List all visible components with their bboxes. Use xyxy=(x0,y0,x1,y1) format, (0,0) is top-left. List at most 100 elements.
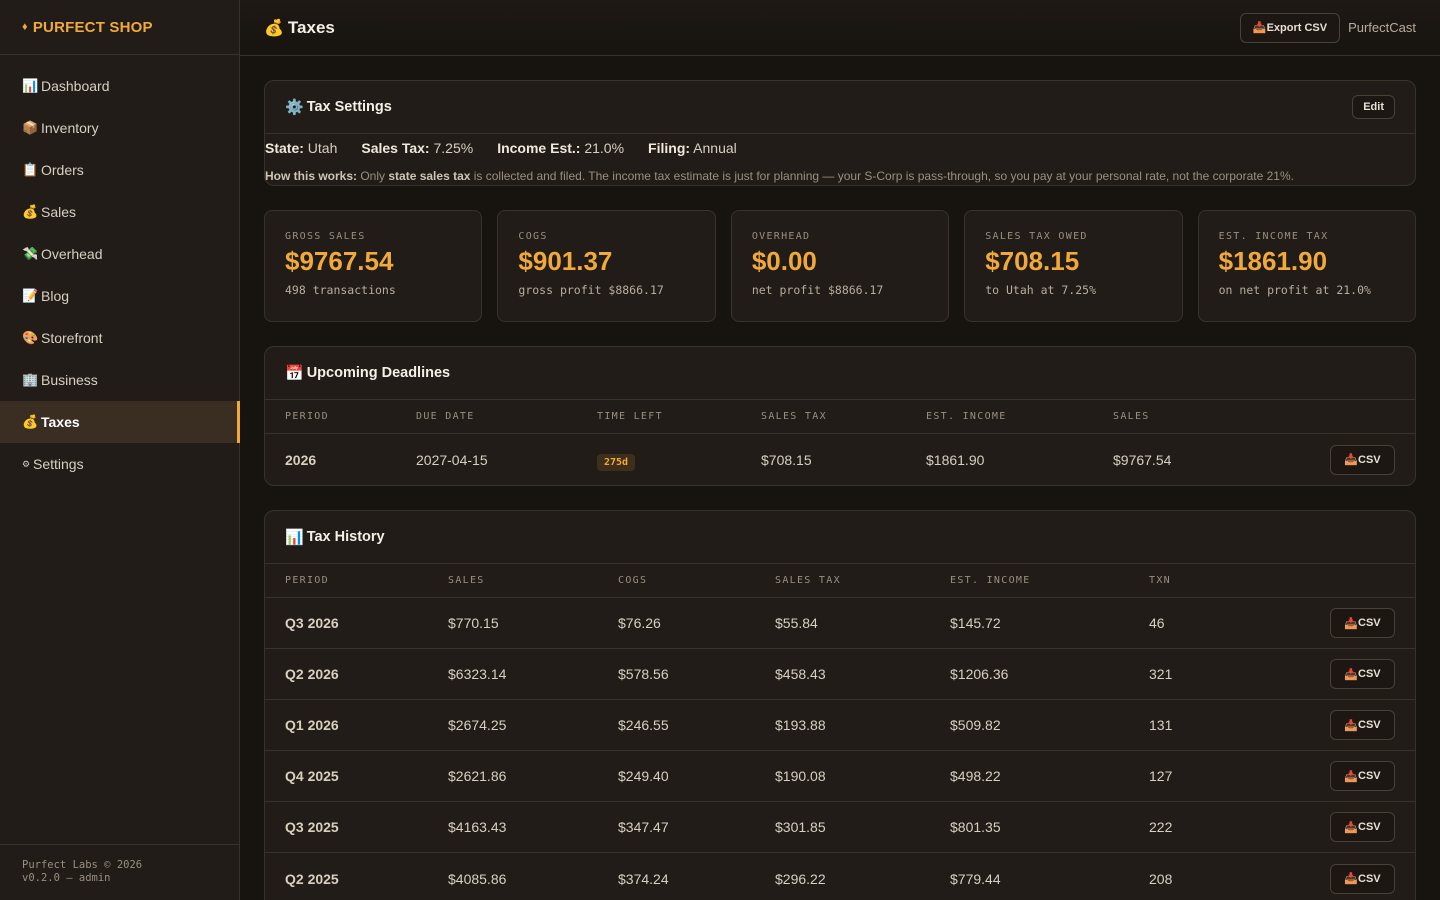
inbox-tray-icon: 📥 xyxy=(1344,454,1359,466)
column-header: TIME LEFT xyxy=(597,411,663,422)
column-header: PERIOD xyxy=(285,411,329,422)
note-emphasis: state sales tax xyxy=(388,169,471,183)
est-income-cell: $779.44 xyxy=(950,870,1001,887)
time-left-cell: 275d xyxy=(597,452,761,471)
cogs-cell: $246.55 xyxy=(618,717,669,733)
sales-tax-cell: $708.15 xyxy=(761,451,812,468)
settings-note: How this works: Only state sales tax is … xyxy=(265,169,1415,183)
money-wings-icon: 💸 xyxy=(22,246,39,261)
export-csv-button[interactable]: 📥 Export CSV xyxy=(1239,12,1341,43)
deadlines-title-text: Upcoming Deadlines xyxy=(306,365,451,381)
stat-sub: 498 transactions xyxy=(285,283,396,297)
csv-download-button[interactable]: 📥 CSV xyxy=(1330,863,1395,894)
inbox-tray-icon: 📥 xyxy=(1344,668,1359,681)
csv-label: CSV xyxy=(1358,872,1381,885)
csv-download-button[interactable]: 📥 CSV xyxy=(1330,608,1395,638)
sidebar-item-blog[interactable]: 📝 Blog xyxy=(0,275,239,317)
sidebar-item-business[interactable]: 🏢 Business xyxy=(0,359,239,401)
sidebar-item-settings[interactable]: ⚙ Settings xyxy=(0,443,239,485)
cogs-cell: $347.47 xyxy=(618,819,669,835)
txn-cell: 208 xyxy=(1149,870,1173,887)
csv-download-button[interactable]: 📥 CSV xyxy=(1330,812,1395,842)
due-date-cell: 2027-04-15 xyxy=(416,451,488,468)
table-row: Q1 2026 $2674.25 $246.55 $193.88 $509.82… xyxy=(265,700,1415,751)
txn-cell: 127 xyxy=(1149,768,1173,784)
note-part-a: Only xyxy=(357,169,389,183)
column-header: COGS xyxy=(618,575,648,586)
csv-download-button[interactable]: 📥 CSV xyxy=(1330,710,1395,740)
sales-tax-cell: $458.43 xyxy=(775,666,826,682)
stat-sub: to Utah at 7.25% xyxy=(985,283,1096,297)
sales-tax-cell: $55.84 xyxy=(775,615,818,631)
csv-download-button[interactable]: 📥 CSV xyxy=(1330,659,1395,689)
state-value: Utah xyxy=(307,140,338,156)
money-bag-icon: 💰 xyxy=(22,204,39,219)
column-header: SALES TAX xyxy=(761,411,827,422)
sidebar: ♦ PURFECT SHOP 📊 Dashboard 📦 Inventory 📋 Or… xyxy=(0,0,240,900)
diamond-icon: ♦ xyxy=(22,21,28,33)
sidebar-item-inventory[interactable]: 📦 Inventory xyxy=(0,107,239,149)
sidebar-item-storefront[interactable]: 🎨 Storefront xyxy=(0,317,239,359)
sales-cell: $4085.86 xyxy=(448,870,507,887)
sidebar-item-overhead[interactable]: 💸 Overhead xyxy=(0,233,239,275)
stat-overhead: OVERHEAD $0.00 net profit $8866.17 xyxy=(730,210,950,322)
income-label: Income Est.: xyxy=(497,140,581,156)
csv-download-button[interactable]: 📥 CSV xyxy=(1330,444,1395,475)
period-cell: Q1 2026 xyxy=(285,717,339,733)
calendar-icon: 📅 xyxy=(285,365,304,382)
chart-icon: 📊 xyxy=(285,529,304,546)
txn-cell: 46 xyxy=(1149,615,1165,631)
sales-cell: $6323.14 xyxy=(448,666,507,682)
tax-history-title: 📊 Tax History xyxy=(285,528,385,546)
stat-sales-tax-owed: SALES TAX OWED $708.15 to Utah at 7.25% xyxy=(964,210,1183,322)
edit-settings-button[interactable]: Edit xyxy=(1352,95,1395,119)
txn-cell: 131 xyxy=(1149,717,1173,733)
clipboard-icon: 📋 xyxy=(22,162,39,177)
filing-setting: Filing: Annual xyxy=(648,140,737,156)
table-row: Q2 2026 $6323.14 $578.56 $458.43 $1206.3… xyxy=(265,649,1415,700)
table-row: Q4 2025 $2621.86 $249.40 $190.08 $498.22… xyxy=(265,751,1415,802)
brand-logo[interactable]: ♦ PURFECT SHOP xyxy=(0,0,239,55)
sales-cell: $2674.25 xyxy=(448,717,507,733)
table-row: Q2 2025 $4085.86 $374.24 $296.22 $779.44… xyxy=(265,853,1415,900)
office-building-icon: 🏢 xyxy=(22,372,39,387)
sidebar-item-orders[interactable]: 📋 Orders xyxy=(0,149,239,191)
cogs-cell: $76.26 xyxy=(618,615,661,631)
memo-icon: 📝 xyxy=(22,288,39,303)
sidebar-item-label: Inventory xyxy=(41,120,99,136)
column-header: DUE DATE xyxy=(416,411,475,422)
cogs-cell: $249.40 xyxy=(618,768,669,784)
table-row: Q3 2025 $4163.43 $347.47 $301.85 $801.35… xyxy=(265,802,1415,853)
sales-tax-label: Sales Tax: xyxy=(361,140,430,156)
gear-icon: ⚙ xyxy=(22,458,31,469)
stat-cards: GROSS SALES $9767.54 498 transactions CO… xyxy=(264,210,1417,322)
csv-label: CSV xyxy=(1358,719,1381,731)
sidebar-item-sales[interactable]: 💰 Sales xyxy=(0,191,239,233)
tax-settings-header: ⚙️ Tax Settings Edit xyxy=(265,81,1415,134)
box-icon: 📦 xyxy=(22,120,39,135)
sidebar-item-dashboard[interactable]: 📊 Dashboard xyxy=(0,65,239,107)
cogs-cell: $578.56 xyxy=(618,666,669,682)
est-income-cell: $498.22 xyxy=(950,768,1001,784)
sidebar-item-label: Taxes xyxy=(41,414,80,430)
sidebar-item-taxes[interactable]: 💰 Taxes xyxy=(0,401,240,443)
deadlines-title: 📅 Upcoming Deadlines xyxy=(285,364,450,382)
stat-sub: on net profit at 21.0% xyxy=(1218,283,1371,297)
sidebar-item-label: Orders xyxy=(41,162,84,178)
column-header: SALES xyxy=(1113,411,1150,422)
money-bag-icon: 💰 xyxy=(264,19,284,37)
sales-tax-cell: $193.88 xyxy=(775,717,826,733)
csv-label: CSV xyxy=(1358,453,1381,466)
sales-cell: $4163.43 xyxy=(448,819,507,835)
period-cell: Q2 2026 xyxy=(285,666,339,682)
csv-label: CSV xyxy=(1358,617,1381,629)
column-header: EST. INCOME xyxy=(926,411,1007,422)
user-name[interactable]: PurfectCast xyxy=(1348,20,1416,35)
export-csv-label: Export CSV xyxy=(1266,21,1328,34)
history-table-header: PERIOD SALES COGS SALES TAX EST. INCOME … xyxy=(265,564,1415,598)
csv-download-button[interactable]: 📥 CSV xyxy=(1330,761,1395,791)
palette-icon: 🎨 xyxy=(22,330,39,345)
csv-label: CSV xyxy=(1358,668,1381,680)
settings-summary: State: Utah Sales Tax: 7.25% Income Est.… xyxy=(265,140,1415,156)
stat-value: $901.37 xyxy=(518,246,613,276)
